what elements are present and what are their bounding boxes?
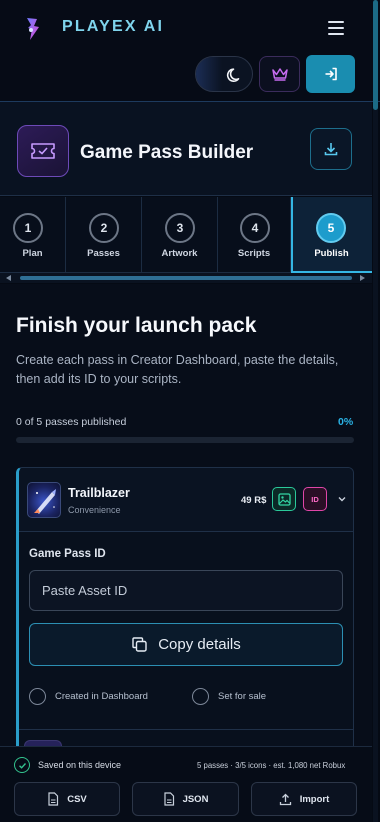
pass-price: 49 R$ bbox=[241, 495, 267, 506]
game-pass-id-label: Game Pass ID bbox=[29, 548, 106, 560]
export-json-button[interactable]: JSON bbox=[132, 782, 239, 816]
ticket-icon bbox=[17, 125, 69, 177]
builder-header: Game Pass Builder bbox=[0, 102, 372, 196]
copy-details-label: Copy details bbox=[158, 636, 241, 653]
asset-id-input[interactable] bbox=[29, 570, 343, 611]
csv-label: CSV bbox=[67, 793, 87, 805]
app-page: PLAYEX AI Game Pass Builder 1 Plan 2 Pas… bbox=[0, 0, 380, 822]
file-icon bbox=[48, 792, 59, 806]
tab-publish[interactable]: 5 Publish bbox=[291, 197, 372, 273]
radio-circle[interactable] bbox=[29, 688, 46, 705]
id-status-badge[interactable]: ID bbox=[303, 487, 327, 511]
section-description: Create each pass in Creator Dashboard, p… bbox=[16, 353, 339, 386]
top-bar: PLAYEX AI bbox=[0, 0, 380, 102]
pack-summary: 5 passes · 3/5 icons · est. 1,080 net Ro… bbox=[197, 761, 346, 770]
image-icon bbox=[277, 492, 291, 506]
toggle-knob bbox=[196, 57, 222, 91]
copy-details-button[interactable]: Copy details bbox=[29, 623, 343, 666]
step-number: 4 bbox=[240, 213, 270, 243]
check-circle-icon bbox=[14, 757, 30, 773]
tab-plan[interactable]: 1 Plan bbox=[0, 197, 66, 273]
created-label: Created in Dashboard bbox=[55, 691, 148, 702]
step-number: 3 bbox=[165, 213, 195, 243]
brand-name[interactable]: PLAYEX AI bbox=[62, 18, 164, 36]
active-tab-indicator bbox=[291, 197, 293, 273]
step-label: Plan bbox=[22, 248, 43, 259]
chevron-down-icon[interactable] bbox=[337, 494, 347, 504]
premium-button[interactable] bbox=[259, 56, 300, 92]
step-label: Scripts bbox=[237, 248, 271, 259]
pass-name: Trailblazer bbox=[68, 486, 130, 500]
pass-category: Convenience bbox=[68, 505, 121, 515]
import-button[interactable]: Import bbox=[251, 782, 357, 816]
step-label: Publish bbox=[314, 248, 349, 259]
pass-card: Trailblazer Convenience 49 R$ ID Game Pa… bbox=[16, 467, 354, 767]
divider bbox=[19, 729, 353, 730]
radio-circle[interactable] bbox=[192, 688, 209, 705]
file-icon bbox=[163, 792, 174, 806]
scrollbar-thumb[interactable] bbox=[20, 276, 352, 280]
hamburger-menu-icon[interactable] bbox=[324, 16, 348, 40]
step-number: 1 bbox=[13, 213, 43, 243]
scroll-left-icon[interactable] bbox=[6, 275, 11, 281]
json-label: JSON bbox=[182, 793, 209, 805]
footer-bar: Saved on this device 5 passes · 3/5 icon… bbox=[0, 746, 372, 822]
step-tabs: 1 Plan 2 Passes 3 Artwork 4 Scripts 5 Pu… bbox=[0, 197, 372, 273]
theme-toggle[interactable] bbox=[195, 56, 253, 92]
sign-in-button[interactable] bbox=[306, 55, 355, 93]
import-label: Import bbox=[299, 793, 330, 805]
download-icon bbox=[324, 143, 338, 156]
step-label: Artwork bbox=[161, 248, 198, 259]
for-sale-label: Set for sale bbox=[218, 691, 267, 702]
download-button[interactable] bbox=[310, 128, 352, 170]
saved-label: Saved on this device bbox=[38, 760, 122, 770]
progress-percent: 0% bbox=[338, 416, 354, 428]
horizontal-scrollbar[interactable] bbox=[0, 273, 372, 283]
section-heading: Finish your launch pack bbox=[16, 314, 257, 337]
progress-label: 0 of 5 passes published bbox=[16, 416, 127, 428]
step-label: Passes bbox=[87, 248, 120, 259]
page-title: Game Pass Builder bbox=[80, 142, 254, 163]
step-number: 5 bbox=[316, 213, 346, 243]
sign-in-icon bbox=[325, 67, 337, 81]
tab-artwork[interactable]: 3 Artwork bbox=[142, 197, 218, 273]
tab-passes[interactable]: 2 Passes bbox=[66, 197, 142, 273]
scrollbar-thumb[interactable] bbox=[373, 0, 378, 110]
saved-status: Saved on this device bbox=[14, 757, 121, 773]
progress-bar bbox=[16, 437, 354, 443]
playex-logo-icon[interactable] bbox=[22, 16, 44, 42]
upload-icon bbox=[279, 793, 291, 805]
export-csv-button[interactable]: CSV bbox=[14, 782, 120, 816]
scroll-right-icon[interactable] bbox=[360, 275, 365, 281]
pass-card-header[interactable]: Trailblazer Convenience 49 R$ ID bbox=[19, 468, 353, 532]
copy-icon bbox=[132, 637, 147, 652]
crown-icon bbox=[271, 68, 288, 81]
vertical-scrollbar[interactable] bbox=[373, 0, 378, 822]
for-sale-checkbox[interactable]: Set for sale bbox=[192, 688, 266, 705]
tab-scripts[interactable]: 4 Scripts bbox=[218, 197, 291, 273]
created-checkbox[interactable]: Created in Dashboard bbox=[29, 688, 148, 705]
moon-icon bbox=[226, 68, 240, 82]
image-status-badge[interactable] bbox=[272, 487, 296, 511]
step-number: 2 bbox=[89, 213, 119, 243]
pass-artwork bbox=[27, 482, 61, 518]
